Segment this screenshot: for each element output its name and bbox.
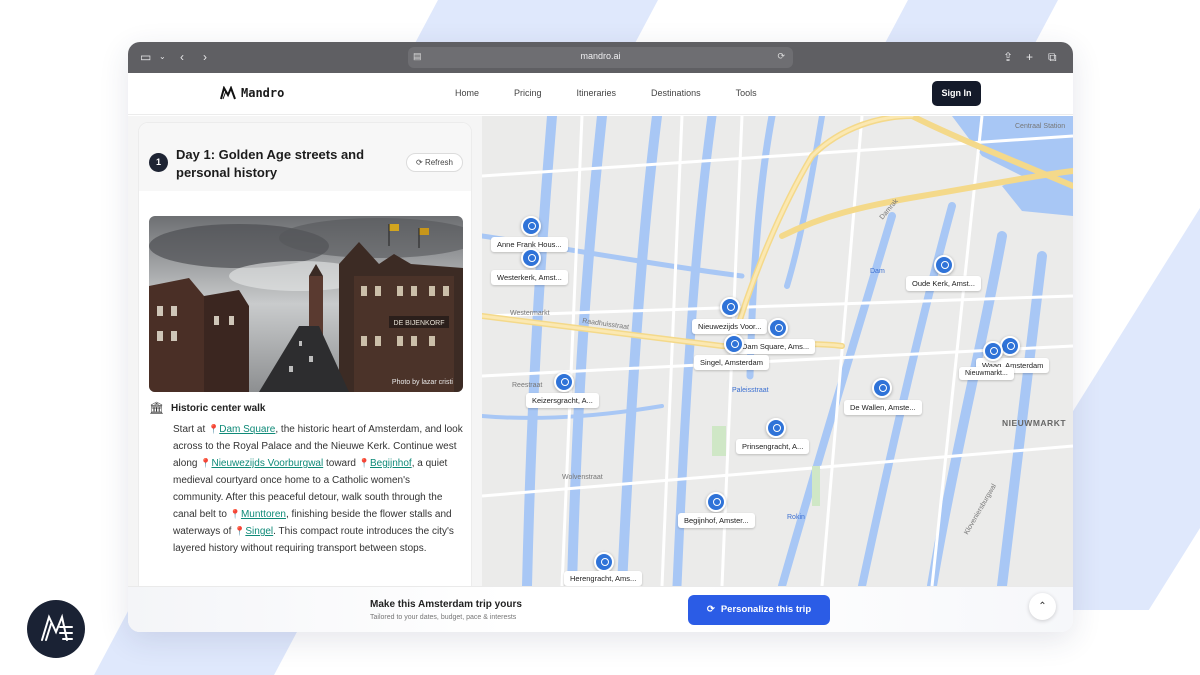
share-icon[interactable]: ⇪ <box>1003 49 1013 65</box>
day-header: 1 Day 1: Golden Age streets and personal… <box>139 123 471 191</box>
nav-tools[interactable]: Tools <box>736 88 757 98</box>
museum-icon: 🏛 <box>149 401 165 415</box>
place-link-nieuwezijds-voorburgwal[interactable]: Nieuwezijds Voorburgwal <box>211 458 323 469</box>
map-pin-icon <box>706 492 726 512</box>
sign-in-button[interactable]: Sign In <box>932 81 981 106</box>
refresh-button[interactable]: ⟳ Refresh <box>406 153 463 172</box>
tabs-icon[interactable]: ⧉ <box>1048 49 1057 65</box>
desc-text: Start at <box>173 424 209 435</box>
map-pin-icon <box>983 341 1003 361</box>
day-title: Day 1: Golden Age streets and personal h… <box>176 147 365 180</box>
personalize-label: Personalize this trip <box>720 604 812 615</box>
marker-label: Dam Square, Ams... <box>736 339 816 354</box>
browser-toolbar: ▭ ⌄ ‹ › ▤ mandro.ai ⟳ ⇪ + ⧉ <box>128 42 1073 73</box>
cta-title: Make this Amsterdam trip yours <box>370 599 522 610</box>
pin-icon: 📍 <box>234 526 246 536</box>
logo-icon <box>220 86 236 100</box>
place-link-dam-square[interactable]: Dam Square <box>219 424 275 435</box>
address-bar[interactable]: ▤ mandro.ai ⟳ <box>408 47 793 68</box>
plus-icon[interactable]: + <box>1026 49 1033 65</box>
refresh-label: Refresh <box>424 158 453 167</box>
map-pin-icon <box>594 552 614 572</box>
marker-label: Nieuwezijds Voor... <box>692 319 768 334</box>
marker-label: Singel, Amsterdam <box>694 355 769 370</box>
map-pin-icon <box>1000 336 1020 356</box>
marker-label: Herengracht, Ams... <box>564 571 643 586</box>
map-pin-icon <box>521 248 541 268</box>
photo-credit: Photo by lazar cristi <box>391 379 453 386</box>
marker-label: Oude Kerk, Amst... <box>906 276 981 291</box>
marker-label: De Wallen, Amste... <box>844 400 922 415</box>
map-label-centraal: Centraal Station <box>1015 123 1066 130</box>
map-pin-icon <box>554 372 574 392</box>
map-label-westermarkt: Westermarkt <box>510 310 550 317</box>
logo[interactable]: Mandro <box>220 86 284 100</box>
marker-label: Keizersgracht, A... <box>526 393 599 408</box>
map-pin-icon <box>934 255 954 275</box>
map-label-wolvenstraat: Wolvenstraat <box>562 474 603 481</box>
pin-icon: 📍 <box>358 458 370 468</box>
map-pin-icon <box>724 334 744 354</box>
map-label-nieuwmarkt: NIEUWMARKT <box>1002 418 1067 428</box>
map-label-rokin: Rokin <box>787 514 805 521</box>
nav-destinations[interactable]: Destinations <box>651 88 701 98</box>
marker-label: Nieuwmarkt... <box>959 367 1014 380</box>
cta-subtitle: Tailored to your dates, budget, pace & i… <box>370 614 517 621</box>
url-text: mandro.ai <box>580 51 621 61</box>
chevron-up-icon: ⌃ <box>1038 601 1047 612</box>
map-pin-icon <box>768 318 788 338</box>
marker-label: Westerkerk, Amst... <box>491 270 568 285</box>
brand-badge[interactable] <box>27 600 85 658</box>
brand-logo-icon <box>41 613 73 641</box>
day-description: Start at 📍Dam Square, the historic heart… <box>173 421 463 557</box>
map-label-paleisstraat: Paleisstraat <box>732 387 769 394</box>
map-pin-icon <box>521 216 541 236</box>
city-street-image: DE BIJENKORF <box>149 216 463 392</box>
place-link-singel[interactable]: Singel <box>245 526 273 537</box>
section-heading: 🏛 Historic center walk <box>149 401 265 415</box>
nav-itineraries[interactable]: Itineraries <box>577 88 617 98</box>
map-view[interactable]: Centraal Station Dam NIEUWMARKT Westerma… <box>482 116 1073 586</box>
browser-window: ▭ ⌄ ‹ › ▤ mandro.ai ⟳ ⇪ + ⧉ Mandro Home … <box>128 42 1073 632</box>
desc-text: toward <box>323 458 359 469</box>
marker-label: Begijnhof, Amster... <box>678 513 755 528</box>
collapse-button[interactable]: ⌃ <box>1029 593 1056 620</box>
forward-icon[interactable]: › <box>203 49 207 65</box>
itinerary-panel: 1 Day 1: Golden Age streets and personal… <box>128 116 482 632</box>
pin-icon: 📍 <box>208 424 220 434</box>
main-nav: Home Pricing Itineraries Destinations To… <box>455 88 792 98</box>
place-link-munttoren[interactable]: Munttoren <box>241 509 286 520</box>
day-card: 1 Day 1: Golden Age streets and personal… <box>138 122 472 602</box>
nav-home[interactable]: Home <box>455 88 479 98</box>
refresh-icon: ⟳ <box>706 604 715 615</box>
chevron-down-icon[interactable]: ⌄ <box>159 49 166 65</box>
brand-name: Mandro <box>241 86 285 100</box>
day-number-badge: 1 <box>149 153 168 172</box>
nav-pricing[interactable]: Pricing <box>514 88 542 98</box>
pin-icon: 📍 <box>200 458 212 468</box>
refresh-icon: ⟳ <box>416 158 425 167</box>
site-header: Mandro Home Pricing Itineraries Destinat… <box>128 73 1073 115</box>
svg-text:DE BIJENKORF: DE BIJENKORF <box>394 320 445 327</box>
day-photo: DE BIJENKORF Photo by lazar cristi <box>149 216 463 392</box>
map-label-dam: Dam <box>870 268 885 275</box>
pin-icon: 📍 <box>229 509 241 519</box>
sidebar-icon[interactable]: ▭ <box>140 49 151 65</box>
section-title: Historic center walk <box>171 402 266 414</box>
marker-label: Prinsengracht, A... <box>736 439 810 454</box>
cta-bar: Make this Amsterdam trip yours Tailored … <box>128 586 1073 632</box>
reload-icon[interactable]: ⟳ <box>777 51 785 62</box>
map-label-reestraat: Reestraat <box>512 382 543 389</box>
back-icon[interactable]: ‹ <box>180 49 184 65</box>
personalize-trip-button[interactable]: ⟳ Personalize this trip <box>688 595 830 625</box>
map-pin-icon <box>872 378 892 398</box>
map-pin-icon <box>766 418 786 438</box>
map-pin-icon <box>720 297 740 317</box>
place-link-begijnhof[interactable]: Begijnhof <box>370 458 412 469</box>
